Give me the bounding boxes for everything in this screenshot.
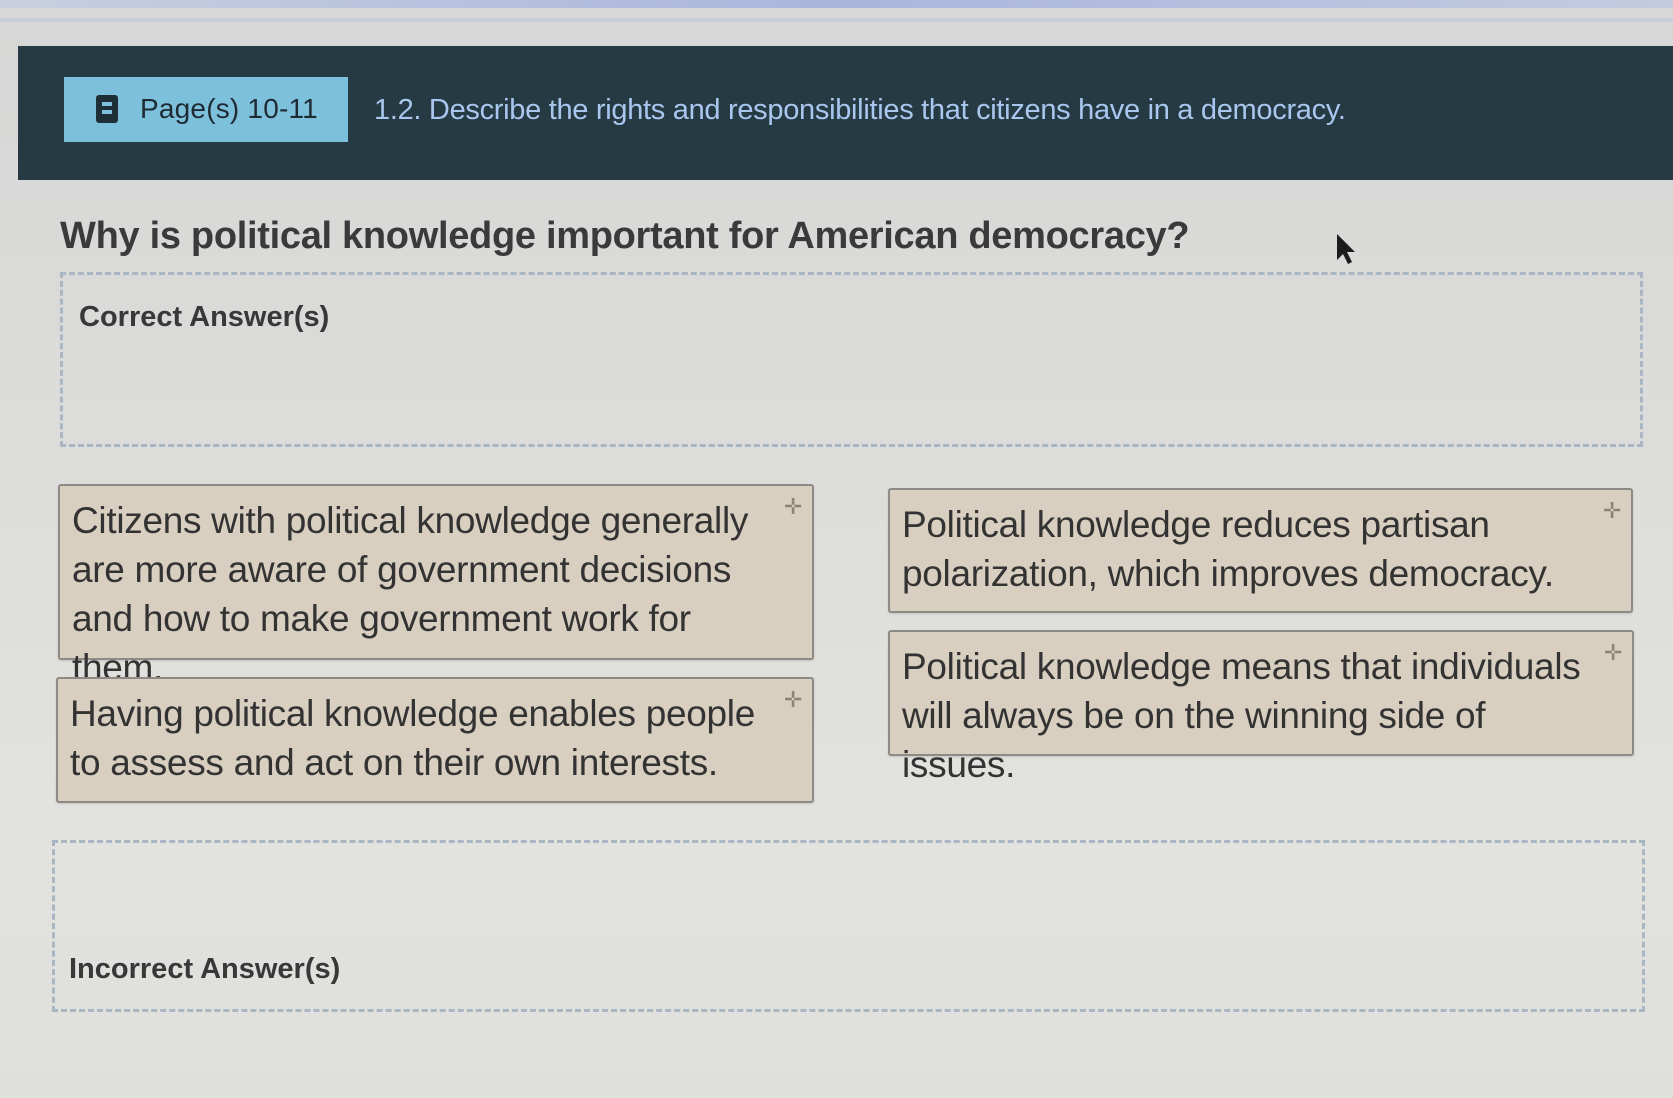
book-icon [96, 95, 118, 123]
learning-objective: 1.2. Describe the rights and responsibil… [374, 94, 1346, 126]
page-ref-button[interactable]: Page(s) 10-11 [64, 77, 348, 142]
correct-answers-dropzone[interactable]: Correct Answer(s) [60, 272, 1643, 447]
move-icon: ✛ [783, 687, 802, 712]
incorrect-answers-label: Incorrect Answer(s) [69, 953, 341, 985]
answer-card-3[interactable]: Political knowledge reduces partisan pol… [888, 488, 1633, 613]
cursor-icon [1337, 234, 1355, 264]
question-text: Why is political knowledge important for… [60, 215, 1190, 257]
answer-card-4[interactable]: Political knowledge means that individua… [888, 630, 1634, 785]
move-icon: ✛ [783, 494, 802, 519]
answer-card-text: Having political knowledge enables peopl… [70, 693, 756, 783]
answer-card-2[interactable]: Having political knowledge enables peopl… [56, 677, 814, 803]
answer-card-1[interactable]: Citizens with political knowledge genera… [58, 484, 814, 688]
move-icon: ✛ [1603, 640, 1622, 665]
answer-card-text: Citizens with political knowledge genera… [72, 500, 749, 688]
window-top-line [0, 18, 1673, 22]
page: Page(s) 10-11 1.2. Describe the rights a… [0, 0, 1673, 1098]
page-ref-label: Page(s) 10-11 [140, 93, 318, 124]
correct-answers-label: Correct Answer(s) [79, 301, 330, 333]
answer-card-text: Political knowledge means that individua… [902, 646, 1581, 785]
objective-header: Page(s) 10-11 1.2. Describe the rights a… [18, 46, 1673, 180]
incorrect-answers-dropzone[interactable]: Incorrect Answer(s) [52, 840, 1645, 1012]
answer-card-text: Political knowledge reduces partisan pol… [902, 504, 1554, 594]
move-icon: ✛ [1602, 498, 1621, 523]
window-top-edge [0, 0, 1673, 8]
